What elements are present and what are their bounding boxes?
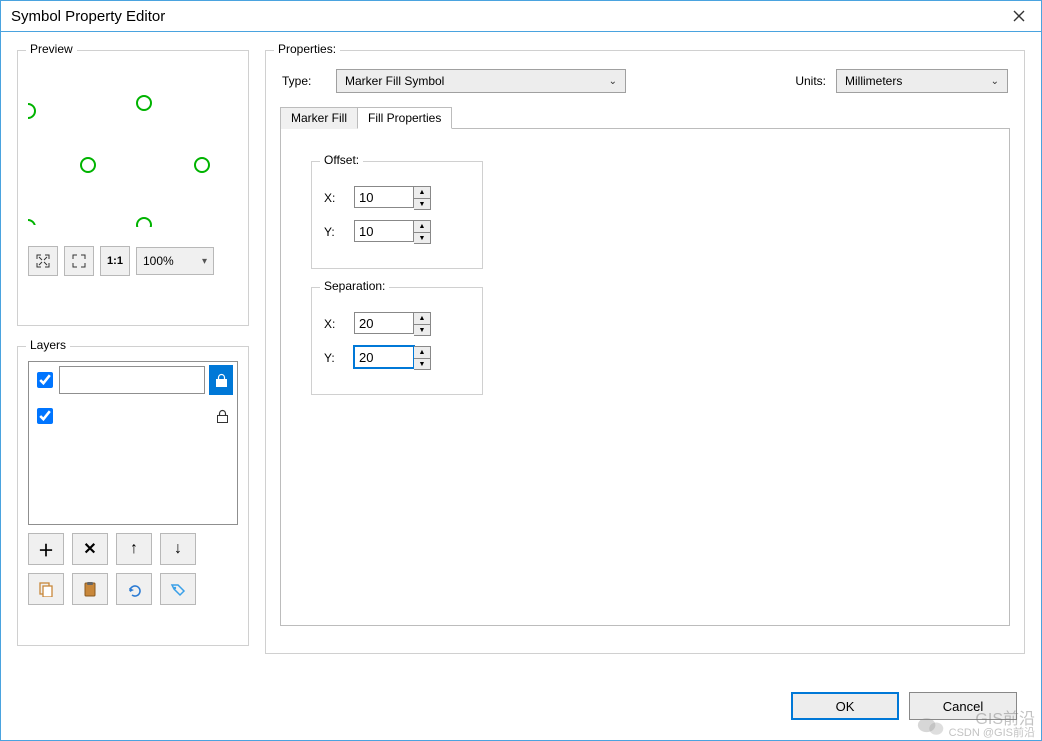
- zoom-value: 100%: [143, 254, 174, 268]
- chevron-down-icon: ⌄: [609, 76, 617, 87]
- zoom-out-button[interactable]: [28, 246, 58, 276]
- offset-label: Offset:: [320, 153, 363, 167]
- spin-down-icon[interactable]: ▼: [414, 324, 430, 335]
- tag-icon: [170, 581, 186, 597]
- type-label: Type:: [282, 74, 326, 88]
- paste-icon: [82, 581, 98, 597]
- lock-icon[interactable]: [215, 409, 230, 424]
- reset-layer-button[interactable]: [116, 573, 152, 605]
- offset-x-input[interactable]: [354, 186, 414, 208]
- preview-group: Preview 1:1: [17, 50, 249, 326]
- separation-label: Separation:: [320, 279, 389, 293]
- separation-x-input[interactable]: [354, 312, 414, 334]
- layer-visible-checkbox[interactable]: [37, 408, 53, 424]
- spin-up-icon[interactable]: ▲: [414, 187, 430, 198]
- type-value: Marker Fill Symbol: [345, 74, 444, 88]
- spin-up-icon[interactable]: ▲: [414, 347, 430, 358]
- tab-fill-properties[interactable]: Fill Properties: [357, 107, 452, 129]
- properties-label: Properties:: [274, 42, 340, 56]
- spin-down-icon[interactable]: ▼: [414, 232, 430, 243]
- times-icon: ✕: [83, 539, 96, 559]
- close-icon: [1013, 10, 1025, 22]
- ok-button[interactable]: OK: [791, 692, 899, 720]
- separation-y-spinner[interactable]: ▲▼: [354, 346, 431, 370]
- layer-swatch[interactable]: [59, 402, 207, 430]
- preview-marker: [28, 103, 36, 119]
- units-value: Millimeters: [845, 74, 902, 88]
- separation-x-label: X:: [324, 317, 346, 331]
- layer-swatch[interactable]: [59, 366, 205, 394]
- layer-row[interactable]: [29, 398, 237, 434]
- zoom-out-icon: [36, 254, 50, 268]
- spin-down-icon[interactable]: ▼: [414, 198, 430, 209]
- zoom-fit-button[interactable]: [64, 246, 94, 276]
- layer-row[interactable]: [29, 362, 237, 398]
- titlebar: Symbol Property Editor: [0, 0, 1042, 32]
- close-button[interactable]: [996, 1, 1041, 31]
- layer-list[interactable]: [28, 361, 238, 525]
- add-layer-button[interactable]: ＋: [28, 533, 64, 565]
- move-down-button[interactable]: ↓: [160, 533, 196, 565]
- copy-icon: [38, 581, 54, 597]
- tab-marker-fill[interactable]: Marker Fill: [280, 107, 358, 129]
- offset-group: Offset: X: ▲▼ Y:: [311, 161, 483, 269]
- layers-label: Layers: [26, 338, 70, 352]
- tab-page-fill-properties: Offset: X: ▲▼ Y:: [280, 128, 1010, 626]
- cancel-label: Cancel: [943, 699, 983, 714]
- preview-canvas: [28, 65, 238, 240]
- preview-marker: [136, 217, 152, 233]
- zoom-combo[interactable]: 100% ▾: [136, 247, 214, 275]
- lock-icon[interactable]: [214, 373, 229, 388]
- separation-y-input[interactable]: [354, 346, 414, 368]
- layer-visible-checkbox[interactable]: [37, 372, 53, 388]
- chevron-down-icon: ▾: [202, 256, 207, 267]
- window-title: Symbol Property Editor: [11, 8, 996, 25]
- offset-x-label: X:: [324, 191, 346, 205]
- spin-up-icon[interactable]: ▲: [414, 221, 430, 232]
- separation-y-label: Y:: [324, 351, 346, 365]
- arrow-up-icon: ↑: [130, 540, 138, 558]
- zoom-fit-icon: [72, 254, 86, 268]
- preview-marker: [136, 95, 152, 111]
- preview-marker: [28, 219, 36, 235]
- preview-label: Preview: [26, 42, 77, 56]
- arrow-down-icon: ↓: [174, 540, 182, 558]
- one-to-one-icon: 1:1: [107, 256, 123, 267]
- type-combo[interactable]: Marker Fill Symbol ⌄: [336, 69, 626, 93]
- move-up-button[interactable]: ↑: [116, 533, 152, 565]
- offset-y-spinner[interactable]: ▲▼: [354, 220, 431, 244]
- separation-group: Separation: X: ▲▼ Y:: [311, 287, 483, 395]
- copy-layer-button[interactable]: [28, 573, 64, 605]
- client-area: Preview 1:1: [0, 32, 1042, 741]
- watermark-credit: CSDN @GIS前沿: [949, 728, 1035, 740]
- layers-group: Layers: [17, 346, 249, 646]
- separation-x-spinner[interactable]: ▲▼: [354, 312, 431, 336]
- zoom-actual-button[interactable]: 1:1: [100, 246, 130, 276]
- offset-y-label: Y:: [324, 225, 346, 239]
- offset-x-spinner[interactable]: ▲▼: [354, 186, 431, 210]
- remove-layer-button[interactable]: ✕: [72, 533, 108, 565]
- units-combo[interactable]: Millimeters ⌄: [836, 69, 1008, 93]
- cancel-button[interactable]: Cancel: [909, 692, 1017, 720]
- preview-marker: [194, 157, 210, 173]
- chevron-down-icon: ⌄: [991, 76, 999, 87]
- plus-icon: ＋: [38, 537, 54, 561]
- spin-down-icon[interactable]: ▼: [414, 358, 430, 369]
- preview-marker: [80, 157, 96, 173]
- spin-up-icon[interactable]: ▲: [414, 313, 430, 324]
- paste-layer-button[interactable]: [72, 573, 108, 605]
- ok-label: OK: [836, 699, 855, 714]
- offset-y-input[interactable]: [354, 220, 414, 242]
- units-label: Units:: [795, 74, 826, 88]
- properties-group: Properties: Type: Marker Fill Symbol ⌄ U…: [265, 50, 1025, 654]
- tag-layer-button[interactable]: [160, 573, 196, 605]
- undo-icon: [126, 581, 142, 597]
